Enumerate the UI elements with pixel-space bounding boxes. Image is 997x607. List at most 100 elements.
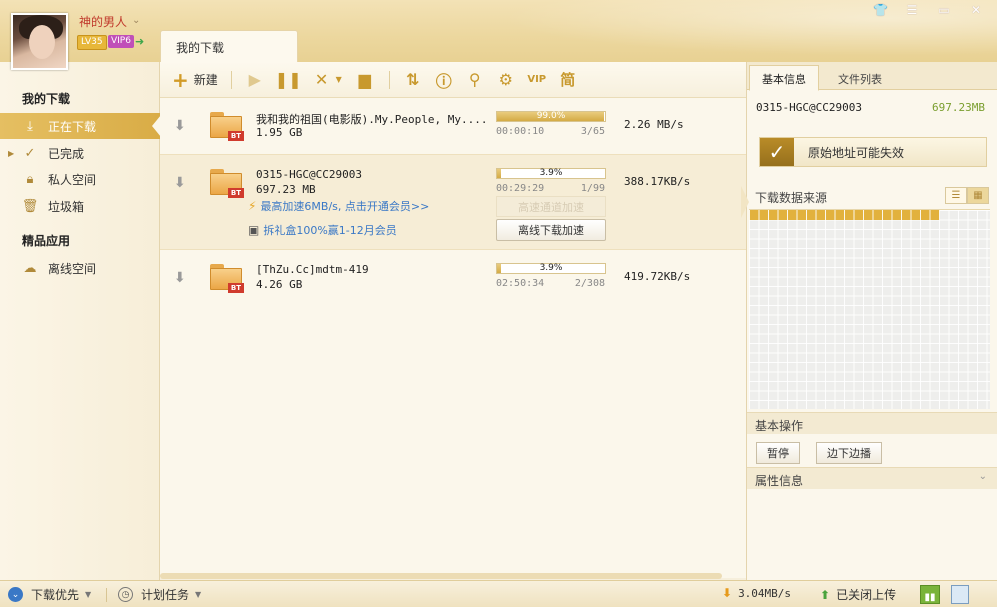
delete-dropdown-icon[interactable]: ▼ — [336, 75, 342, 84]
folder-icon: BT — [210, 112, 244, 141]
user-menu-chevron-icon[interactable]: ⌄ — [132, 15, 140, 26]
menu-icon[interactable]: ☰ — [905, 3, 919, 17]
bt-badge: BT — [227, 283, 244, 293]
play-while-download-button[interactable]: 边下边播 — [816, 442, 882, 464]
task-name: [ThZu.Cc]mdtm-419 — [256, 263, 369, 276]
sidebar-item-label: 私人空间 — [48, 172, 97, 187]
play-icon[interactable]: ▶ — [244, 68, 266, 92]
task-remaining-time: 02:50:34 — [496, 278, 545, 289]
source-warning-text: 原始地址可能失效 — [808, 145, 905, 160]
task-remaining-time: 00:29:29 — [496, 183, 545, 194]
gear-icon[interactable]: ⚙ — [495, 68, 517, 92]
gift-box-text: 拆礼盒100%赢1-12月会员 — [263, 224, 397, 237]
task-pieces: 1/99 — [580, 183, 605, 194]
grid-view-icon[interactable]: ▦ — [967, 187, 989, 204]
status-divider — [106, 588, 107, 602]
sidebar-item-completed[interactable]: ▶ ✓ 已完成 — [0, 140, 160, 166]
offline-speedup-button[interactable]: 离线下载加速 — [496, 219, 606, 241]
upload-arrow-icon: ⬆ — [820, 587, 831, 602]
list-view-icon[interactable]: ☰ — [945, 187, 967, 204]
sidebar-item-private-space[interactable]: 🔒︎ 私人空间 — [0, 166, 160, 192]
gift-box-link[interactable]: ▣ 拆礼盒100%赢1-12月会员 — [248, 222, 397, 238]
piece-map — [749, 209, 990, 409]
task-size: 697.23 MB — [256, 183, 316, 196]
minimize-icon[interactable]: ▭ — [937, 3, 951, 17]
task-row[interactable]: ⬇ BT [ThZu.Cc]mdtm-419 4.26 GB 3.9% 02:5… — [160, 250, 746, 306]
folder-icon: BT — [210, 264, 244, 293]
sort-icon[interactable]: ⇅ — [402, 68, 424, 92]
scheduled-tasks-menu[interactable]: ◷ 计划任务 ▼ — [118, 586, 201, 603]
username[interactable]: 神的男人 — [79, 13, 127, 30]
piece-map-completed — [749, 210, 940, 220]
download-priority-label: 下载优先 — [31, 588, 80, 602]
upload-status[interactable]: ⬆ 已关闭上传 — [820, 586, 896, 603]
simplified-icon[interactable]: 简 — [557, 68, 579, 92]
new-task-button[interactable]: + 新建 — [172, 68, 218, 92]
task-name: 我和我的祖国(电影版).My.People, My.... — [256, 113, 488, 126]
plus-icon: + — [172, 67, 189, 92]
task-size: 4.26 GB — [256, 278, 303, 291]
pause-button[interactable]: 暂停 — [756, 442, 800, 464]
delete-icon[interactable]: ✕ — [311, 68, 333, 92]
task-row[interactable]: ⬇ BT 0315-HGC@CC29003 697.23 MB 3.9% 00:… — [160, 154, 746, 250]
chevron-down-icon: ▼ — [195, 590, 202, 599]
selected-file-name: 0315-HGC@CC29003 — [756, 101, 862, 114]
bt-badge: BT — [227, 188, 244, 198]
basic-ops-header: 基本操作 — [747, 412, 997, 434]
progress-bar: 3.9% — [496, 263, 606, 274]
sidebar-header-apps: 精品应用 — [22, 234, 71, 248]
task-speed: 419.72KB/s — [624, 270, 691, 283]
chevron-down-icon[interactable]: ⌄ — [979, 471, 987, 482]
clock-icon: ◷ — [118, 587, 133, 602]
trash-icon: 🗑︎ — [21, 198, 39, 214]
tab-file-list[interactable]: 文件列表 — [825, 65, 895, 91]
task-pieces: 3/65 — [580, 126, 605, 137]
cloud-icon: ☁ — [23, 260, 37, 276]
sidebar-item-downloading[interactable]: ⤓ 正在下载 — [0, 113, 160, 139]
progress-text: 3.9% — [539, 263, 563, 273]
selected-file-size: 697.23MB — [932, 101, 985, 114]
tab-basic-info[interactable]: 基本信息 — [749, 65, 819, 91]
sources-title: 下载数据来源 — [755, 191, 828, 205]
vip-badge[interactable]: VIP6 — [108, 35, 134, 48]
sidebar-item-label: 垃圾箱 — [48, 199, 85, 214]
sidebar-item-label: 正在下载 — [48, 119, 97, 134]
task-list: ⬇ BT 我和我的祖国(电影版).My.People, My.... 1.95 … — [160, 98, 746, 578]
horizontal-scrollbar[interactable] — [160, 573, 722, 579]
download-arrow-icon: ⬇ — [722, 586, 733, 600]
toolbar-divider — [230, 70, 232, 89]
panel-view-icon[interactable] — [951, 585, 969, 604]
vip-icon[interactable]: VIP — [526, 68, 548, 92]
sidebar-item-label: 离线空间 — [48, 261, 97, 276]
sidebar-item-offline-space[interactable]: ☁ 离线空间 — [0, 255, 160, 281]
download-speed-value: 3.04MB/s — [738, 586, 792, 600]
avatar[interactable] — [11, 13, 68, 70]
expand-arrow-icon[interactable]: ▶ — [8, 149, 14, 158]
pause-icon[interactable]: ❚❚ — [275, 68, 302, 92]
task-row[interactable]: ⬇ BT 我和我的祖国(电影版).My.People, My.... 1.95 … — [160, 98, 746, 154]
task-speed: 388.17KB/s — [624, 175, 691, 188]
gift-icon: ▣ — [248, 223, 260, 237]
skin-icon[interactable]: 👕 — [873, 3, 888, 17]
folder-icon[interactable]: ▆ — [354, 68, 376, 92]
task-size: 1.95 GB — [256, 126, 303, 139]
high-speed-channel-button: 高速通道加速 — [496, 196, 606, 217]
search-icon[interactable]: ⚲ — [464, 68, 486, 92]
vip-speedup-link[interactable]: ⚡ 最高加速6MB/s, 点击开通会员>> — [248, 198, 429, 214]
progress-text: 3.9% — [539, 168, 563, 178]
properties-header[interactable]: 属性信息 — [747, 467, 997, 489]
sidebar-item-label: 已完成 — [48, 146, 85, 161]
progress-bar: 99.0% — [496, 111, 606, 122]
sidebar-item-trash[interactable]: 🗑︎ 垃圾箱 — [0, 193, 160, 219]
sidebar: 我的下载 ⤓ 正在下载 ▶ ✓ 已完成 🔒︎ 私人空间 🗑︎ 垃圾箱 精品应用 … — [0, 62, 160, 580]
progress-text: 99.0% — [536, 111, 566, 121]
info-icon[interactable]: ⓘ — [433, 68, 455, 92]
close-icon[interactable]: ✕ — [969, 3, 983, 17]
priority-icon: ⌄ — [8, 587, 23, 602]
sidebar-header-my-downloads: 我的下载 — [22, 92, 71, 106]
chevron-down-icon: ▼ — [85, 590, 92, 599]
tab-my-downloads[interactable]: 我的下载 — [160, 30, 298, 62]
status-bar: ⌄ 下载优先 ▼ ◷ 计划任务 ▼ ⬇ 3.04MB/s ⬆ 已关闭上传 ▮▮ — [0, 580, 997, 607]
chart-view-icon[interactable]: ▮▮ — [920, 585, 940, 604]
download-priority-menu[interactable]: ⌄ 下载优先 ▼ — [8, 586, 91, 603]
